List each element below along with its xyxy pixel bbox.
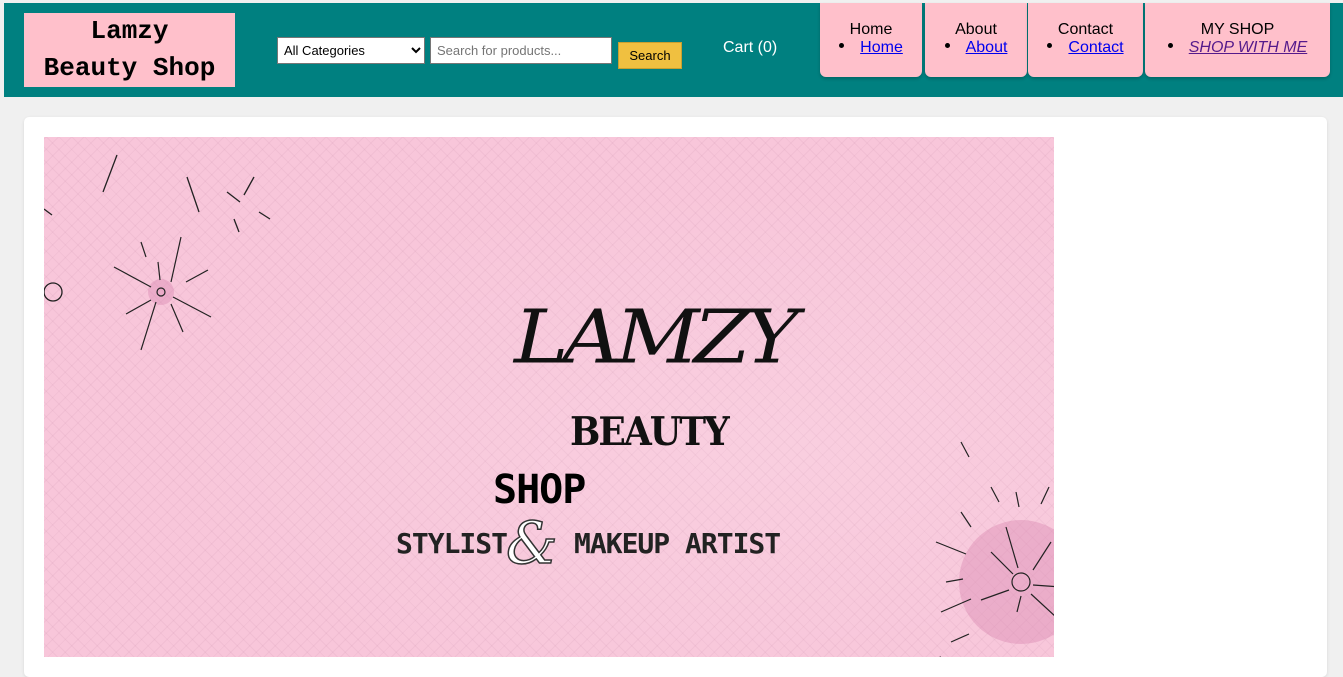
search-input[interactable]: [430, 37, 612, 64]
nav-title-home: Home: [849, 21, 893, 38]
bullet-icon: [944, 43, 950, 49]
bullet-icon: [839, 43, 845, 49]
sparkle-decorations-icon: [44, 154, 1054, 657]
main-content-card: LAMZY BEAUTY SHOP STYLIST & MAKEUP ARTIS…: [24, 117, 1327, 677]
nav-card-contact: Contact Contact: [1028, 3, 1143, 77]
brand-ampersand: &: [505, 508, 558, 578]
nav-title-contact: Contact: [1057, 21, 1114, 38]
nav-link-home[interactable]: Home: [860, 39, 903, 56]
nav-title-about: About: [955, 21, 997, 38]
nav-title-my-shop: MY SHOP: [1200, 21, 1275, 38]
brand-beauty: BEAUTY: [570, 408, 730, 456]
brand-script-name: LAMZY: [514, 294, 799, 381]
hero-banner: LAMZY BEAUTY SHOP STYLIST & MAKEUP ARTIS…: [44, 137, 1054, 657]
brand-stylist: STYLIST: [396, 527, 508, 560]
nav-card-my-shop: MY SHOP SHOP WITH ME: [1145, 3, 1330, 77]
category-select[interactable]: All Categories: [277, 37, 425, 64]
bullet-icon: [1047, 43, 1053, 49]
nav-card-home: Home Home: [820, 3, 922, 77]
nav-link-contact[interactable]: Contact: [1068, 39, 1123, 56]
search-button[interactable]: Search: [618, 42, 682, 69]
cart-link[interactable]: Cart (0): [723, 39, 777, 57]
site-header: Lamzy Beauty Shop All Categories Search …: [4, 3, 1343, 97]
brand-makeup-artist: MAKEUP ARTIST: [574, 527, 781, 560]
nav-link-shop-with-me[interactable]: SHOP WITH ME: [1189, 39, 1308, 56]
brand-shop: SHOP: [493, 467, 586, 513]
nav-link-about[interactable]: About: [966, 39, 1008, 56]
bullet-icon: [1167, 43, 1173, 49]
site-logo[interactable]: Lamzy Beauty Shop: [24, 13, 235, 87]
nav-card-about: About About: [925, 3, 1027, 77]
